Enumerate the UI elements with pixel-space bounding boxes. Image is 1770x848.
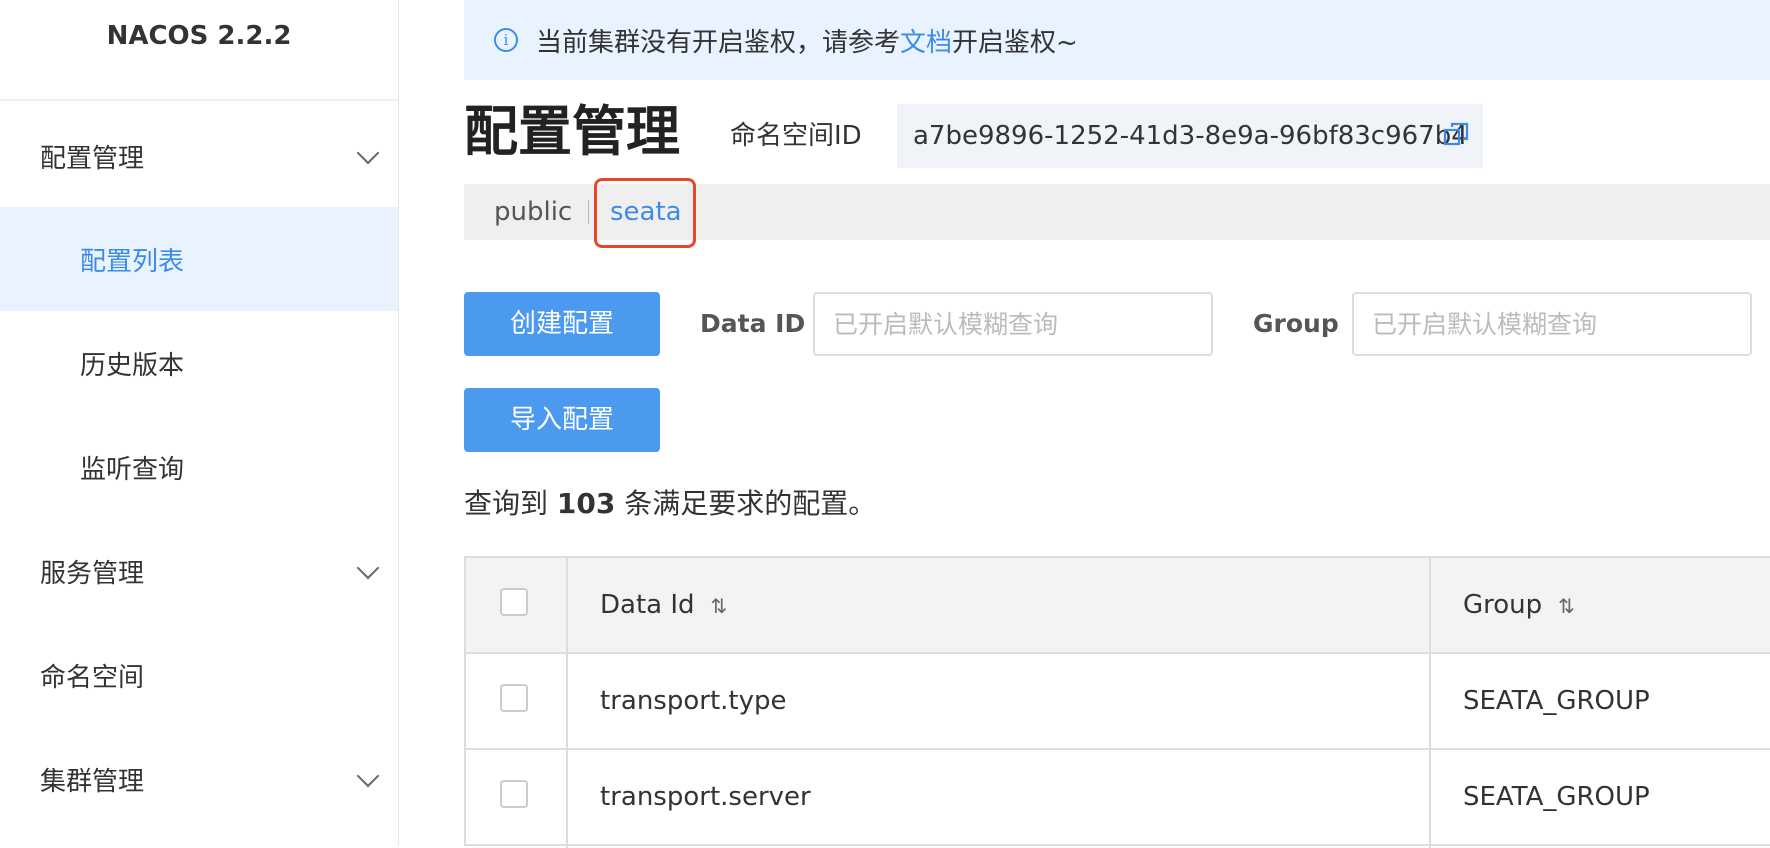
notice-prefix: 当前集群没有开启鉴权，请参考 — [536, 27, 901, 58]
copy-icon[interactable] — [1443, 122, 1469, 148]
namespace-tab-public[interactable]: public — [494, 184, 572, 240]
namespace-id-value: a7be9896-1252-41d3-8e9a-96bf83c967b4 — [913, 121, 1468, 151]
chevron-down-icon — [356, 556, 380, 580]
result-suffix: 条满足要求的配置。 — [624, 487, 877, 520]
sidebar-item-label: 配置列表 — [80, 246, 185, 277]
column-header-data-id[interactable]: Data Id ⇅ — [600, 558, 727, 652]
brand-title: NACOS 2.2.2 — [0, 0, 398, 101]
info-icon: i — [494, 28, 518, 52]
table-row: transport.type SEATA_GROUP — [466, 654, 1770, 750]
sidebar-item-label: 监听查询 — [80, 454, 185, 485]
data-id-label: Data ID — [700, 309, 806, 338]
table-header-row: Data Id ⇅ Group ⇅ — [466, 558, 1770, 654]
cell-group: SEATA_GROUP — [1463, 686, 1650, 716]
column-divider — [566, 558, 568, 848]
config-table: Data Id ⇅ Group ⇅ transport.type SEATA_GRO… — [464, 556, 1770, 848]
result-count-text: 查询到 103 条满足要求的配置。 — [464, 484, 876, 524]
sidebar: NACOS 2.2.2 配置管理 配置列表 历史版本 监听查询 服务管理 命名空… — [0, 0, 399, 846]
sidebar-item-label: 历史版本 — [80, 350, 185, 381]
sidebar-item-label: 集群管理 — [40, 766, 145, 797]
page-title: 配置管理 — [464, 100, 680, 163]
cell-data-id: transport.server — [600, 782, 811, 812]
sort-icon[interactable]: ⇅ — [1558, 559, 1575, 653]
sidebar-item-cluster-management[interactable]: 集群管理 — [0, 727, 398, 831]
sidebar-item-history[interactable]: 历史版本 — [0, 311, 398, 415]
docs-link[interactable]: 文档 — [900, 22, 952, 59]
sort-icon[interactable]: ⇅ — [711, 559, 728, 653]
row-checkbox[interactable] — [500, 780, 528, 808]
result-prefix: 查询到 — [464, 487, 549, 520]
sidebar-item-label: 命名空间 — [40, 662, 145, 693]
sidebar-item-namespace[interactable]: 命名空间 — [0, 623, 398, 727]
tab-divider — [588, 200, 589, 224]
namespace-id-label: 命名空间ID — [730, 121, 862, 151]
annotation-highlight-box — [594, 178, 696, 248]
chevron-down-icon — [356, 764, 380, 788]
import-config-button[interactable]: 导入配置 — [464, 388, 660, 452]
auth-notice: i 当前集群没有开启鉴权，请参考 文档 开启鉴权~ — [464, 0, 1770, 80]
cell-group: SEATA_GROUP — [1463, 782, 1650, 812]
sidebar-item-label: 服务管理 — [40, 558, 145, 589]
sidebar-item-service-management[interactable]: 服务管理 — [0, 519, 398, 623]
column-header-group[interactable]: Group ⇅ — [1463, 558, 1575, 652]
group-label: Group — [1253, 309, 1339, 338]
chevron-down-icon — [356, 141, 380, 165]
create-config-button[interactable]: 创建配置 — [464, 292, 660, 356]
sidebar-item-config-management[interactable]: 配置管理 — [0, 104, 398, 208]
row-checkbox[interactable] — [500, 684, 528, 712]
column-divider — [1429, 558, 1431, 848]
sidebar-item-config-list[interactable]: 配置列表 — [0, 207, 398, 311]
sidebar-item-listener-query[interactable]: 监听查询 — [0, 415, 398, 519]
namespace-id-box: a7be9896-1252-41d3-8e9a-96bf83c967b4 — [897, 104, 1483, 168]
result-count: 103 — [556, 487, 616, 520]
group-input[interactable] — [1352, 292, 1752, 356]
column-header-label: Group — [1463, 590, 1543, 620]
notice-suffix: 开启鉴权~ — [952, 27, 1078, 58]
cell-data-id: transport.type — [600, 686, 787, 716]
sidebar-item-label: 配置管理 — [40, 143, 145, 174]
data-id-input[interactable] — [813, 292, 1213, 356]
select-all-checkbox[interactable] — [500, 588, 528, 616]
column-header-label: Data Id — [600, 590, 695, 620]
table-row: transport.server SEATA_GROUP — [466, 750, 1770, 846]
